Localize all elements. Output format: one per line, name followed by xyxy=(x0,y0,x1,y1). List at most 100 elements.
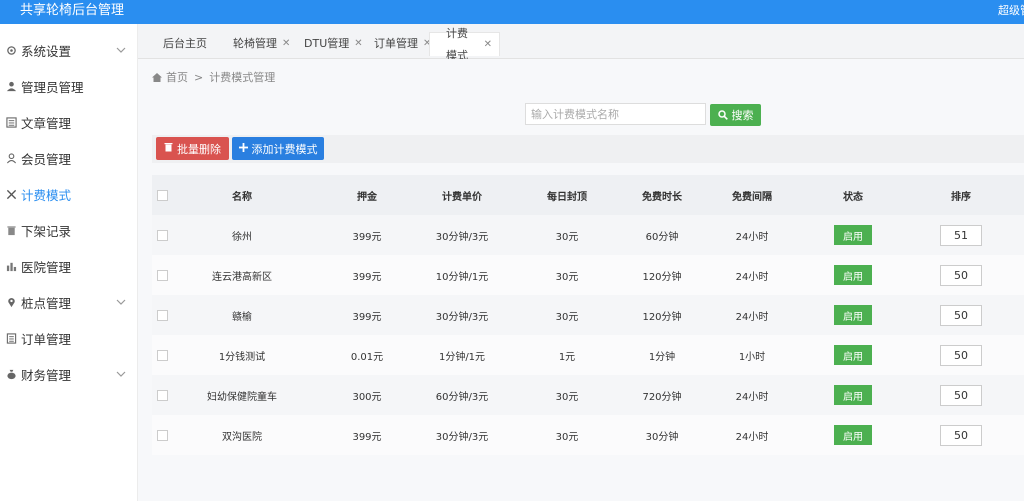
breadcrumb: 首页 > 计费模式管理 xyxy=(152,69,275,85)
trash-icon xyxy=(164,142,173,155)
cell-deposit: 399元 xyxy=(352,271,382,283)
add-billing-mode-button[interactable]: 添加计费模式 xyxy=(232,137,324,160)
tab-label: 轮椅管理 xyxy=(233,37,277,50)
money-icon xyxy=(5,368,17,380)
sidebar-item-station-management[interactable]: 桩点管理 xyxy=(0,284,138,320)
sidebar-item-billing-mode[interactable]: 计费模式 xyxy=(0,176,138,212)
cell-daily-cap: 30元 xyxy=(555,271,579,283)
cell-free-interval: 24小时 xyxy=(735,431,769,443)
sort-order-input[interactable]: 50 xyxy=(940,304,982,326)
status-toggle-button[interactable]: 启用 xyxy=(834,225,872,245)
row-checkbox[interactable] xyxy=(154,215,170,255)
sidebar-item-member-management[interactable]: 会员管理 xyxy=(0,140,138,176)
status-toggle-button[interactable]: 启用 xyxy=(834,425,872,445)
sidebar-item-label: 医院管理 xyxy=(21,259,72,275)
batch-delete-button[interactable]: 批量删除 xyxy=(156,137,229,160)
cell-daily-cap: 1元 xyxy=(558,351,576,363)
sort-order-input[interactable]: 50 xyxy=(940,264,982,286)
sidebar-item-order-management[interactable]: 订单管理 xyxy=(0,320,138,356)
sidebar-item-label: 财务管理 xyxy=(21,367,72,383)
column-header-sort: 排序 xyxy=(951,191,971,203)
chart-icon xyxy=(5,260,17,272)
cell-free-duration: 120分钟 xyxy=(642,271,682,283)
sidebar-item-label: 下架记录 xyxy=(21,223,72,239)
sort-order-input[interactable]: 50 xyxy=(940,344,982,366)
top-bar: 共享轮椅后台管理 超级管理员 xyxy=(0,0,1024,24)
user-menu[interactable]: 超级管理员 xyxy=(998,1,1024,21)
article-icon xyxy=(5,116,17,128)
column-header-daily-cap: 每日封顶 xyxy=(547,191,587,203)
status-toggle-button[interactable]: 启用 xyxy=(834,305,872,325)
tab-label: 后台主页 xyxy=(163,37,207,50)
sidebar-item-label: 文章管理 xyxy=(21,115,72,131)
cell-name: 赣榆 xyxy=(232,311,252,323)
sidebar-item-article-management[interactable]: 文章管理 xyxy=(0,104,138,140)
sidebar-item-finance-management[interactable]: 财务管理 xyxy=(0,356,138,392)
breadcrumb-separator: > xyxy=(194,70,204,84)
cell-price: 30分钟/3元 xyxy=(435,231,489,243)
cell-deposit: 399元 xyxy=(352,431,382,443)
gear-icon xyxy=(5,44,17,56)
row-checkbox[interactable] xyxy=(154,335,170,375)
search-button-label: 搜索 xyxy=(731,109,754,122)
sidebar: 系统设置 管理员管理 文章管理 会员管理 计费模式 下架记录 医院管理 桩点管理… xyxy=(0,24,138,501)
cell-price: 1分钟/1元 xyxy=(438,351,486,363)
list-icon xyxy=(5,332,17,344)
sidebar-item-label: 计费模式 xyxy=(21,187,72,203)
cell-price: 30分钟/3元 xyxy=(435,431,489,443)
cell-name: 妇幼保健院童车 xyxy=(207,391,277,403)
column-header-status: 状态 xyxy=(843,191,863,203)
cell-free-duration: 1分钟 xyxy=(648,351,676,363)
sidebar-item-label: 会员管理 xyxy=(21,151,72,167)
tab-dashboard[interactable]: 后台主页 xyxy=(156,32,214,56)
cell-name: 连云港高新区 xyxy=(212,271,272,283)
chevron-down-icon xyxy=(116,297,126,308)
row-checkbox[interactable] xyxy=(154,375,170,415)
row-checkbox[interactable] xyxy=(154,295,170,335)
search-button[interactable]: 搜索 xyxy=(710,104,761,126)
tab-dtu-management[interactable]: DTU管理 ✕ xyxy=(297,32,370,56)
sort-order-input[interactable]: 51 xyxy=(940,224,982,246)
tab-billing-mode[interactable]: 计费模式 ✕ xyxy=(429,27,500,62)
sidebar-item-label: 管理员管理 xyxy=(21,79,84,95)
main-content: 首页 > 计费模式管理 搜索 批量删除 添加计费模式 名称 押金 计费单价 xyxy=(138,59,1024,501)
cell-daily-cap: 30元 xyxy=(555,311,579,323)
sidebar-item-admin-management[interactable]: 管理员管理 xyxy=(0,68,138,104)
tab-order-management[interactable]: 订单管理 ✕ xyxy=(367,32,438,56)
status-toggle-button[interactable]: 启用 xyxy=(834,345,872,365)
cell-free-duration: 720分钟 xyxy=(642,391,682,403)
column-header-name: 名称 xyxy=(232,191,252,203)
sort-order-input[interactable]: 50 xyxy=(940,424,982,446)
row-checkbox[interactable] xyxy=(154,415,170,455)
sidebar-item-removal-records[interactable]: 下架记录 xyxy=(0,212,138,248)
cell-daily-cap: 30元 xyxy=(555,391,579,403)
sidebar-item-system-settings[interactable]: 系统设置 xyxy=(0,32,138,68)
close-icon[interactable]: ✕ xyxy=(354,33,362,55)
pin-icon xyxy=(5,296,17,308)
add-billing-mode-label: 添加计费模式 xyxy=(251,142,318,156)
breadcrumb-home[interactable]: 首页 xyxy=(166,69,188,85)
select-all-checkbox[interactable] xyxy=(154,175,170,215)
wrench-icon xyxy=(5,188,17,200)
table-row: 妇幼保健院童车 300元 60分钟/3元 30元 720分钟 24小时 启用 5… xyxy=(152,375,1024,415)
cell-price: 10分钟/1元 xyxy=(435,271,489,283)
cell-daily-cap: 30元 xyxy=(555,231,579,243)
trash-icon xyxy=(5,224,17,236)
column-header-deposit: 押金 xyxy=(357,191,377,203)
cell-free-duration: 120分钟 xyxy=(642,311,682,323)
cell-free-duration: 30分钟 xyxy=(645,431,679,443)
column-header-free-interval: 免费间隔 xyxy=(732,191,772,203)
tab-wheelchair-management[interactable]: 轮椅管理 ✕ xyxy=(226,32,297,56)
close-icon[interactable]: ✕ xyxy=(484,34,492,56)
home-icon xyxy=(152,72,162,82)
cell-free-duration: 60分钟 xyxy=(645,231,679,243)
search-input[interactable] xyxy=(525,103,706,125)
sort-order-input[interactable]: 50 xyxy=(940,384,982,406)
status-toggle-button[interactable]: 启用 xyxy=(834,265,872,285)
close-icon[interactable]: ✕ xyxy=(282,33,290,55)
status-toggle-button[interactable]: 启用 xyxy=(834,385,872,405)
sidebar-item-hospital-management[interactable]: 医院管理 xyxy=(0,248,138,284)
search-icon xyxy=(717,110,728,120)
row-checkbox[interactable] xyxy=(154,255,170,295)
table-row: 1分钱测试 0.01元 1分钟/1元 1元 1分钟 1小时 启用 50 xyxy=(152,335,1024,375)
